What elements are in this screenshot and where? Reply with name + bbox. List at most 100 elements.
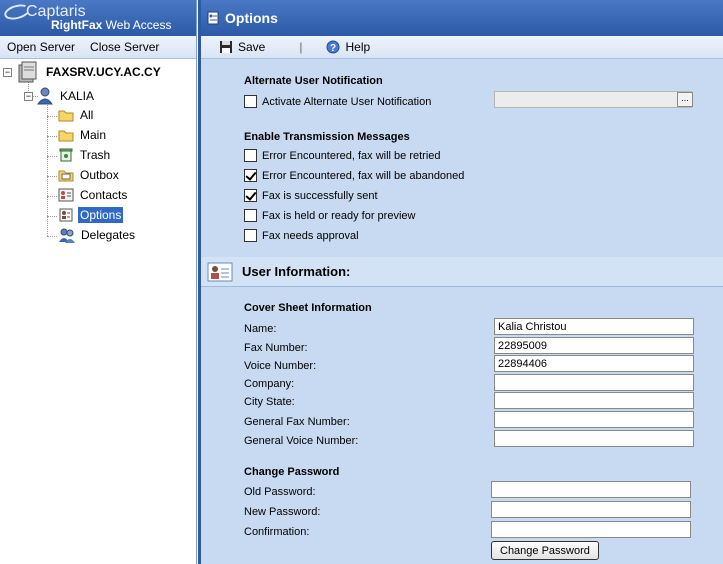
approval-checkbox[interactable] [244, 229, 257, 242]
tree-connector [47, 176, 57, 177]
toolbar: Save | ? Help [201, 36, 723, 59]
tree-user-node[interactable]: − KALIA [24, 87, 96, 105]
tree-folder-main[interactable]: Main [58, 127, 108, 143]
user-info-band: User Information: [201, 257, 723, 287]
transmission-option[interactable]: Fax is successfully sent [244, 189, 378, 202]
save-icon [220, 41, 232, 53]
brand-header: Captaris RightFax Web Access [0, 0, 196, 36]
transmission-heading: Enable Transmission Messages [244, 131, 410, 143]
folder-tree: − FAXSRV.UCY.AC.CY − KALIA All Main Tras… [0, 59, 196, 562]
server-icon [18, 61, 37, 83]
checkbox-label: Fax is held or ready for preview [262, 209, 416, 222]
fax-number-label: Fax Number: [244, 342, 308, 354]
toolbar-separator: | [299, 40, 303, 54]
folder-label[interactable]: Contacts [78, 187, 129, 203]
options-panel: Options Save | ? Help Alternate User Not… [198, 0, 723, 564]
checkbox-label: Error Encountered, fax will be abandoned [262, 169, 465, 182]
tree-connector [47, 196, 57, 197]
new-password-input[interactable] [491, 501, 691, 518]
new-password-label: New Password: [244, 506, 321, 518]
city-state-input[interactable] [494, 392, 694, 409]
tree-folder-trash[interactable]: Trash [58, 147, 112, 163]
folder-label[interactable]: All [78, 107, 95, 123]
city-state-label: City State: [244, 396, 295, 408]
contacts-icon [58, 188, 74, 202]
open-server-menu[interactable]: Open Server [0, 40, 83, 54]
svg-text:?: ? [330, 43, 336, 54]
navigation-pane: Captaris RightFax Web Access Open Server… [0, 0, 197, 564]
voice-number-label: Voice Number: [244, 360, 317, 372]
abandoned-checkbox[interactable] [244, 169, 257, 182]
name-input[interactable] [494, 318, 694, 335]
user-info-title: User Information: [242, 264, 351, 279]
tree-folder-outbox[interactable]: Outbox [58, 167, 121, 183]
retried-checkbox[interactable] [244, 149, 257, 162]
tree-server-node[interactable]: − FAXSRV.UCY.AC.CY [3, 61, 163, 83]
options-icon [207, 11, 219, 25]
general-fax-input[interactable] [494, 411, 694, 428]
server-menubar: Open Server Close Server [0, 36, 196, 59]
save-button[interactable]: Save [219, 40, 265, 54]
collapse-icon[interactable]: − [24, 91, 33, 101]
options-content: Alternate User Notification Activate Alt… [201, 59, 723, 564]
tree-connector [47, 136, 57, 137]
server-name[interactable]: FAXSRV.UCY.AC.CY [44, 64, 163, 80]
checkbox-label: Fax is successfully sent [262, 189, 378, 202]
tree-folder-delegates[interactable]: Delegates [58, 227, 137, 243]
tree-folder-contacts[interactable]: Contacts [58, 187, 129, 203]
alt-notification-checkbox[interactable] [244, 95, 257, 108]
transmission-option[interactable]: Error Encountered, fax will be abandoned [244, 169, 464, 182]
transmission-option[interactable]: Fax is held or ready for preview [244, 209, 415, 222]
help-icon: ? [326, 40, 340, 54]
tree-connector [47, 236, 57, 237]
folder-icon [58, 110, 74, 122]
page-header: Options [201, 0, 723, 36]
sent-checkbox[interactable] [244, 189, 257, 202]
alt-notification-heading: Alternate User Notification [244, 75, 383, 87]
outbox-icon [58, 170, 74, 182]
folder-label[interactable]: Outbox [78, 167, 121, 183]
checkbox-label: Fax needs approval [262, 229, 359, 242]
tree-connector [47, 156, 57, 157]
collapse-icon[interactable]: − [3, 67, 12, 77]
help-button[interactable]: ? Help [326, 40, 370, 54]
checkbox-label: Activate Alternate User Notification [262, 95, 432, 108]
general-fax-label: General Fax Number: [244, 416, 350, 428]
fax-number-input[interactable] [494, 337, 694, 354]
options-icon [59, 208, 73, 222]
help-label: Help [345, 40, 371, 54]
folder-label[interactable]: Delegates [79, 227, 137, 243]
cover-sheet-heading: Cover Sheet Information [244, 302, 372, 314]
user-info-icon [207, 262, 233, 281]
voice-number-input[interactable] [494, 355, 694, 372]
change-password-button[interactable]: Change Password [491, 541, 599, 560]
close-server-menu[interactable]: Close Server [83, 40, 167, 54]
folder-icon [58, 130, 74, 142]
user-name[interactable]: KALIA [58, 88, 96, 104]
tree-folder-all[interactable]: All [58, 107, 95, 123]
delegates-icon [59, 228, 75, 243]
transmission-option[interactable]: Error Encountered, fax will be retried [244, 149, 441, 162]
browse-button[interactable]: ... [677, 92, 693, 107]
old-password-input[interactable] [491, 481, 691, 498]
alt-notification-option[interactable]: Activate Alternate User Notification [244, 95, 431, 108]
folder-label[interactable]: Trash [78, 147, 112, 163]
folder-label[interactable]: Main [78, 127, 108, 143]
held-checkbox[interactable] [244, 209, 257, 222]
confirmation-input[interactable] [491, 521, 691, 538]
tree-connector [47, 216, 57, 217]
change-password-heading: Change Password [244, 466, 340, 478]
name-label: Name: [244, 323, 277, 335]
general-voice-input[interactable] [494, 430, 694, 447]
tree-folder-options[interactable]: Options [58, 207, 124, 223]
alt-notification-field [494, 91, 692, 108]
checkbox-label: Error Encountered, fax will be retried [262, 149, 441, 162]
page-title: Options [225, 10, 278, 26]
folder-label-selected[interactable]: Options [78, 207, 124, 223]
tree-connector [47, 116, 57, 117]
transmission-option[interactable]: Fax needs approval [244, 229, 359, 242]
company-input[interactable] [494, 374, 694, 391]
general-voice-label: General Voice Number: [244, 435, 359, 447]
product-name: RightFax Web Access [51, 18, 172, 32]
user-icon [37, 87, 53, 105]
